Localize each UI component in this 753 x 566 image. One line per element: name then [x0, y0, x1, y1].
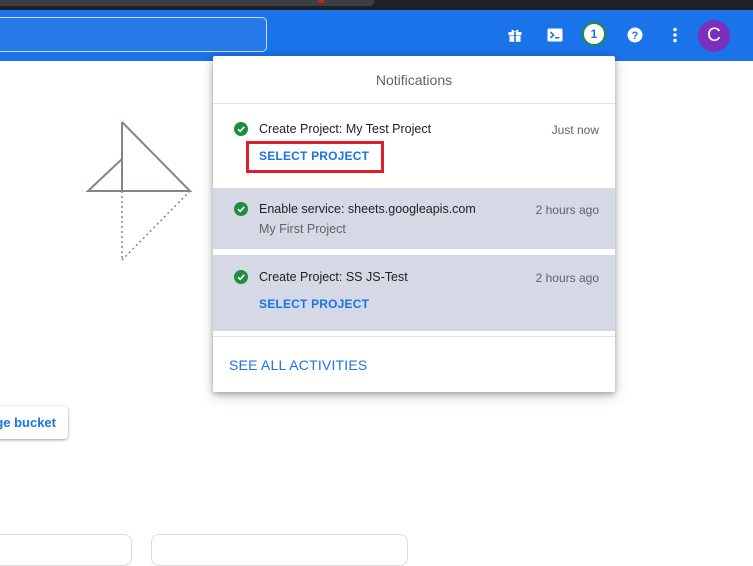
- notification-title: Create Project: SS JS-Test: [259, 270, 408, 284]
- cloud-shell-icon[interactable]: [544, 24, 566, 46]
- recording-indicator: [318, 0, 324, 3]
- create-bucket-button[interactable]: ge bucket: [0, 406, 68, 439]
- check-circle-icon: [234, 270, 248, 284]
- check-circle-icon: [234, 202, 248, 216]
- notification-time: 2 hours ago: [535, 271, 599, 285]
- avatar[interactable]: C: [698, 20, 730, 52]
- more-vert-icon[interactable]: [664, 24, 686, 46]
- notification-title: Enable service: sheets.googleapis.com: [259, 202, 476, 216]
- notification-title: Create Project: My Test Project: [259, 122, 432, 136]
- notifications-panel: Notifications Create Project: My Test Pr…: [213, 56, 615, 392]
- search-input[interactable]: [0, 17, 267, 52]
- console-app-bar: 1 ? C: [0, 10, 753, 61]
- notification-item[interactable]: Enable service: sheets.googleapis.com 2 …: [213, 188, 615, 252]
- notification-time: 2 hours ago: [535, 203, 599, 217]
- notifications-header: Notifications: [213, 56, 615, 104]
- empty-state-illustration: [84, 120, 194, 270]
- check-circle-icon: [234, 122, 248, 136]
- see-all-activities-link[interactable]: SEE ALL ACTIVITIES: [229, 357, 367, 373]
- notification-count-badge[interactable]: 1: [582, 22, 606, 46]
- help-icon[interactable]: ?: [624, 24, 646, 46]
- notification-time: Just now: [551, 123, 599, 137]
- resource-card: [151, 534, 408, 566]
- notifications-footer: SEE ALL ACTIVITIES: [213, 336, 615, 392]
- notification-item[interactable]: Create Project: SS JS-Test 2 hours ago S…: [213, 255, 615, 331]
- gift-icon[interactable]: [504, 24, 526, 46]
- notification-subtitle: My First Project: [259, 222, 346, 236]
- highlight-annotation-box: [246, 141, 384, 173]
- svg-text:?: ?: [632, 30, 639, 42]
- resource-card: [0, 534, 132, 566]
- select-project-link[interactable]: SELECT PROJECT: [259, 297, 369, 311]
- browser-top-strip: [0, 0, 753, 10]
